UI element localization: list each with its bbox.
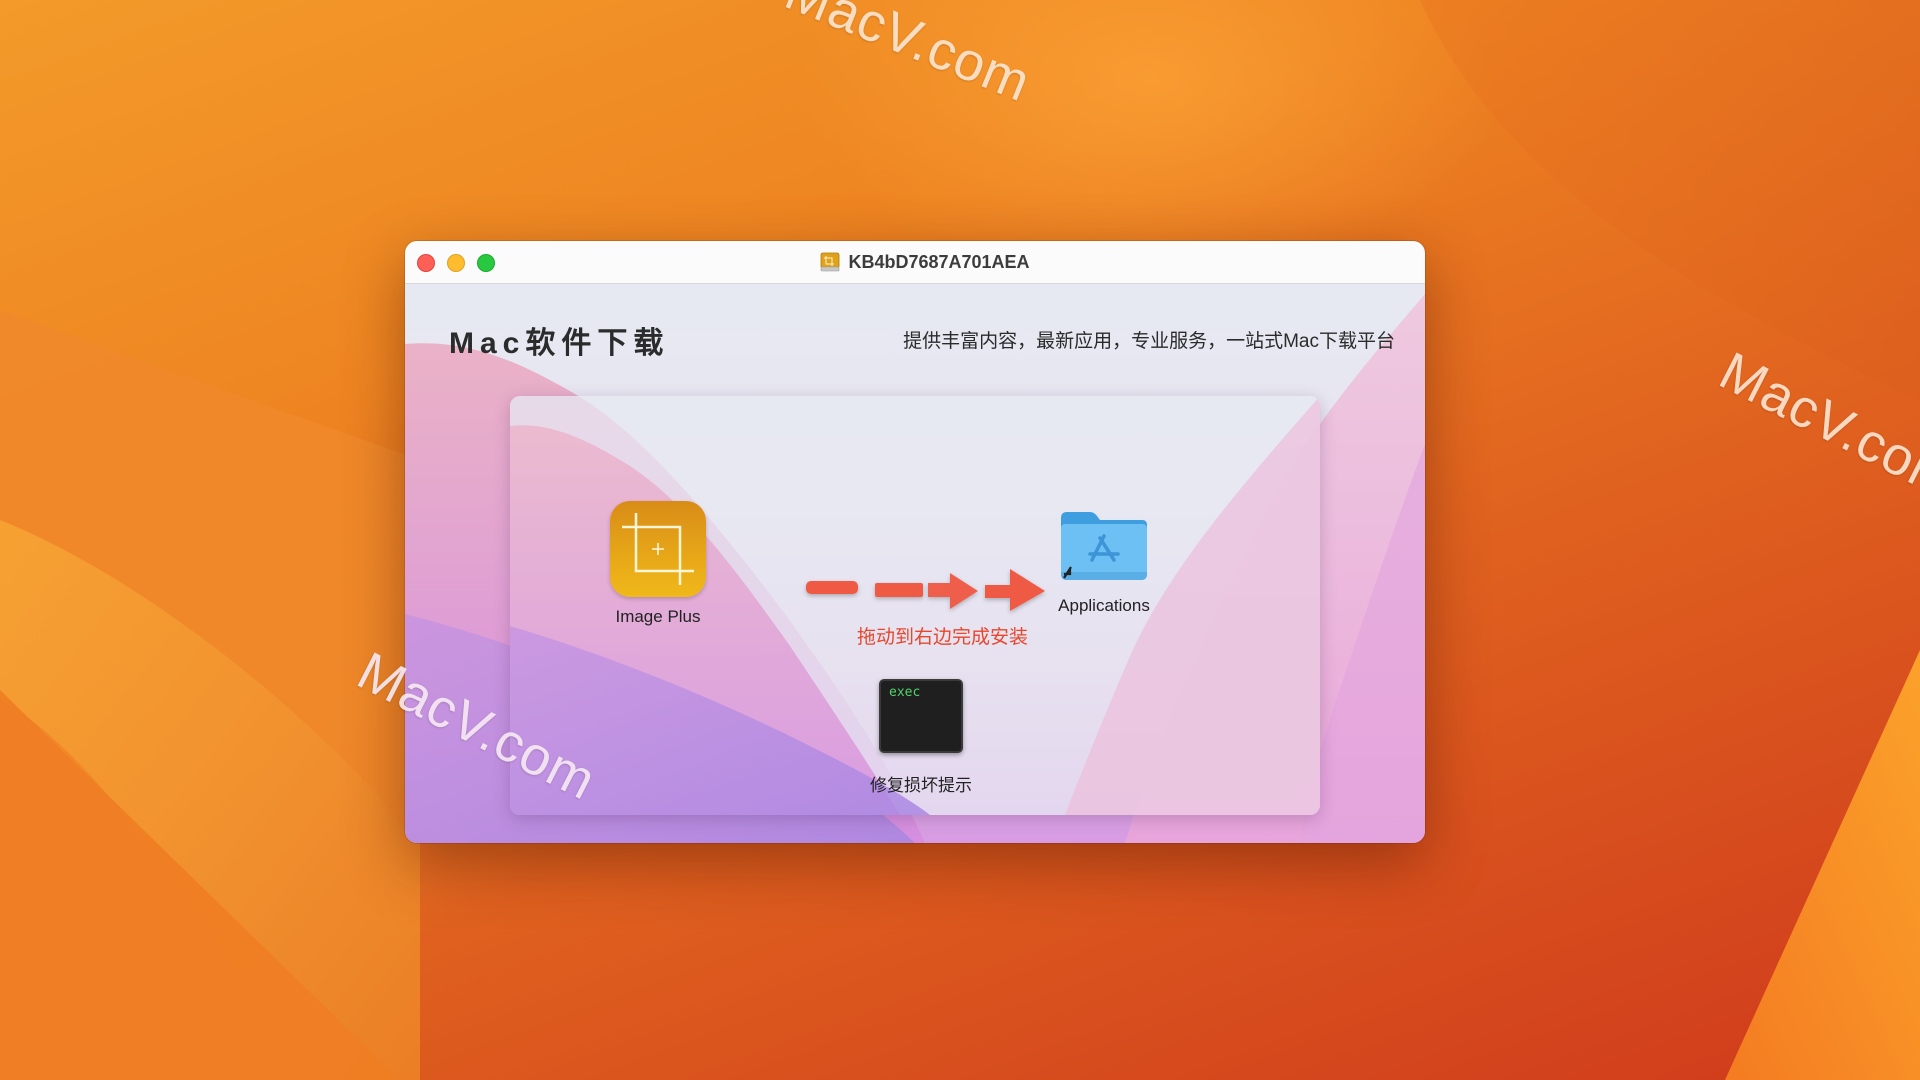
window-title-group: KB4bD7687A701AEA <box>405 241 1425 283</box>
window-title: KB4bD7687A701AEA <box>848 251 1030 272</box>
app-item-image-plus[interactable]: Image Plus <box>610 501 706 627</box>
disk-image-icon <box>820 252 840 272</box>
fix-damage-item[interactable]: exec 修复损坏提示 <box>870 679 972 796</box>
drag-arrow-icon <box>800 561 1060 621</box>
title-bar[interactable]: KB4bD7687A701AEA <box>405 241 1425 284</box>
exec-icon-text: exec <box>889 685 921 700</box>
terminal-exec-icon[interactable]: exec <box>879 679 963 753</box>
applications-folder-item[interactable]: Applications <box>1058 508 1150 616</box>
applications-folder-icon[interactable] <box>1058 508 1150 586</box>
install-panel: Image Plus 拖动到右边完成安装 Applications exec 修… <box>510 396 1320 815</box>
brand-title: Mac软件下载 <box>449 327 670 360</box>
fix-damage-label: 修复损坏提示 <box>870 776 972 795</box>
crop-app-icon[interactable] <box>610 501 706 597</box>
applications-label: Applications <box>1058 596 1150 615</box>
drag-instruction: 拖动到右边完成安装 <box>856 627 1028 648</box>
tagline: 提供丰富内容，最新应用，专业服务，一站式Mac下载平台 <box>903 331 1395 352</box>
